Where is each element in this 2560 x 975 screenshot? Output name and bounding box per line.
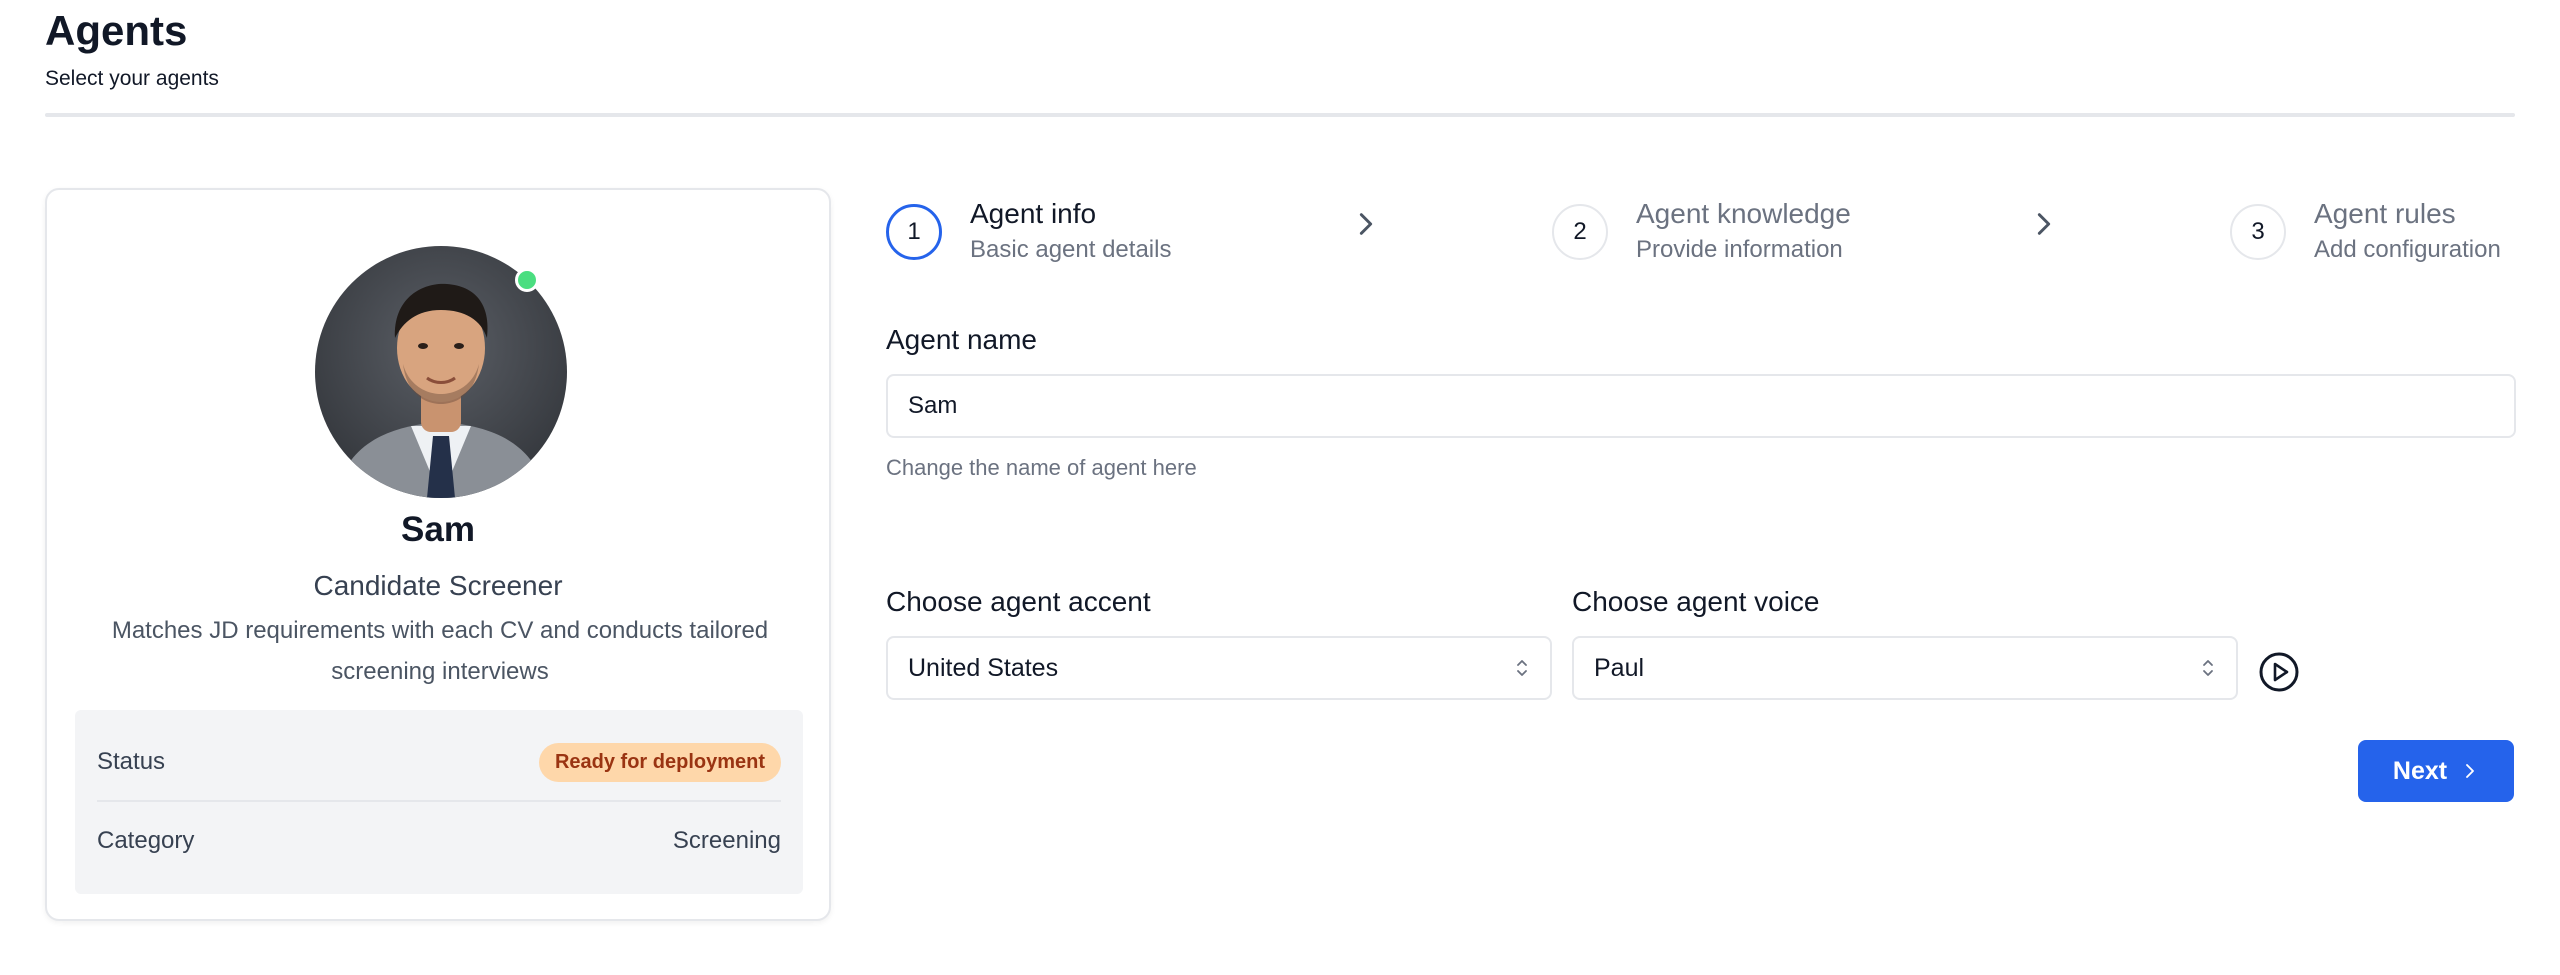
detail-row-category: Category Screening bbox=[97, 802, 781, 880]
page-subtitle: Select your agents bbox=[45, 67, 219, 90]
step-subtitle: Basic agent details bbox=[970, 236, 1172, 263]
next-button[interactable]: Next bbox=[2358, 740, 2514, 802]
step-number: 1 bbox=[886, 204, 942, 260]
step-number: 2 bbox=[1552, 204, 1608, 260]
voice-label: Choose agent voice bbox=[1572, 586, 1820, 617]
chevron-right-icon bbox=[1359, 213, 1373, 235]
page-header: Agents Select your agents bbox=[45, 7, 219, 90]
agent-name-input[interactable] bbox=[886, 374, 2516, 438]
avatar bbox=[315, 246, 567, 498]
play-voice-icon[interactable] bbox=[2258, 651, 2300, 693]
accent-label: Choose agent accent bbox=[886, 586, 1151, 617]
header-divider bbox=[45, 113, 2515, 117]
select-chevrons-icon bbox=[1517, 660, 1527, 676]
agent-name-label: Agent name bbox=[886, 324, 1037, 355]
step-number: 3 bbox=[2230, 204, 2286, 260]
status-badge: Ready for deployment bbox=[538, 742, 781, 782]
step-subtitle: Add configuration bbox=[2314, 236, 2501, 263]
step-agent-knowledge[interactable]: 2 Agent knowledge Provide information bbox=[1552, 196, 1851, 268]
online-status-dot bbox=[515, 268, 539, 292]
voice-selected-value: Paul bbox=[1594, 653, 1645, 682]
agent-details-panel: Status Ready for deployment Category Scr… bbox=[75, 710, 803, 894]
step-agent-info[interactable]: 1 Agent info Basic agent details bbox=[886, 196, 1171, 268]
select-chevrons-icon bbox=[2203, 660, 2213, 676]
agent-card: Sam Candidate Screener Matches JD requir… bbox=[45, 188, 831, 921]
accent-selected-value: United States bbox=[908, 653, 1059, 682]
voice-select[interactable]: Paul bbox=[1572, 636, 2238, 700]
step-title: Agent rules bbox=[2314, 198, 2456, 229]
step-subtitle: Provide information bbox=[1636, 236, 1843, 263]
step-title: Agent knowledge bbox=[1636, 198, 1851, 229]
agent-name: Sam bbox=[401, 510, 475, 549]
detail-label: Category bbox=[97, 827, 195, 854]
detail-value: Screening bbox=[672, 827, 781, 854]
chevron-right-icon bbox=[2037, 213, 2051, 235]
detail-row-status: Status Ready for deployment bbox=[97, 724, 781, 802]
accent-select[interactable]: United States bbox=[886, 636, 1552, 700]
page-title: Agents bbox=[45, 7, 188, 54]
step-title: Agent info bbox=[970, 198, 1097, 229]
agent-description: Matches JD requirements with each CV and… bbox=[111, 617, 769, 685]
step-agent-rules[interactable]: 3 Agent rules Add configuration bbox=[2230, 196, 2501, 268]
agent-name-help: Change the name of agent here bbox=[886, 455, 1197, 480]
next-button-label: Next bbox=[2392, 756, 2448, 785]
detail-label: Status bbox=[97, 748, 166, 775]
agent-role: Candidate Screener bbox=[313, 570, 563, 601]
chevron-right-icon bbox=[2466, 764, 2475, 778]
